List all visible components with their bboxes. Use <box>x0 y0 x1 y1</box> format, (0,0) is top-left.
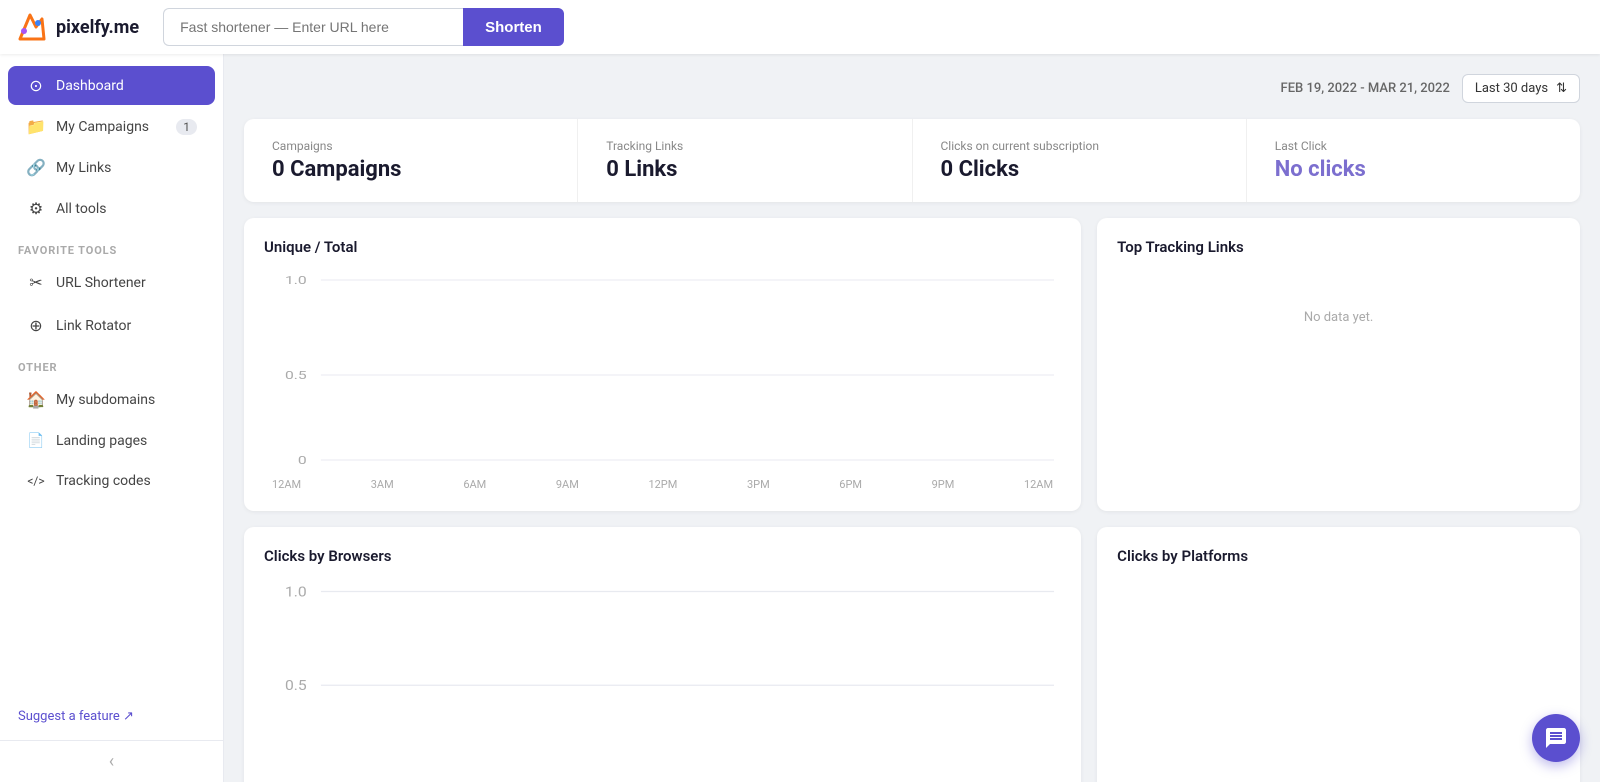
sidebar-item-label: Tracking codes <box>56 473 151 489</box>
sidebar-item-url-shortener[interactable]: ✂ URL Shortener <box>8 263 215 302</box>
campaigns-badge: 1 <box>176 119 197 135</box>
chat-bubble-button[interactable] <box>1532 714 1580 762</box>
x-label-12am-end: 12AM <box>1024 478 1053 491</box>
stat-campaigns-value: 0 Campaigns <box>272 157 549 182</box>
date-range-dropdown[interactable]: Last 30 days ⇅ <box>1462 74 1580 103</box>
sidebar-item-dashboard[interactable]: ⊙ Dashboard <box>8 66 215 105</box>
sidebar-item-label: My subdomains <box>56 392 155 408</box>
chevron-left-icon: ‹ <box>109 751 114 772</box>
date-range-label: FEB 19, 2022 - MAR 21, 2022 <box>1281 81 1450 96</box>
sidebar-item-my-subdomains[interactable]: 🏠 My subdomains <box>8 380 215 419</box>
url-input-wrap: Shorten <box>163 8 564 46</box>
clicks-by-platforms-title: Clicks by Platforms <box>1117 547 1560 565</box>
clicks-by-browsers-chart-area: 1.0 0.5 <box>264 579 1061 782</box>
x-label-3am: 3AM <box>371 478 394 491</box>
y-label-1: 1.0 <box>285 274 307 287</box>
clicks-by-browsers-panel: Clicks by Browsers 1.0 0.5 <box>244 527 1081 782</box>
sidebar-item-my-links[interactable]: 🔗 My Links <box>8 148 215 187</box>
x-label-9am: 9AM <box>556 478 579 491</box>
x-label-12am: 12AM <box>272 478 301 491</box>
clicks-by-platforms-panel: Clicks by Platforms <box>1097 527 1580 782</box>
y-label-1-b: 1.0 <box>285 583 307 600</box>
chevron-up-down-icon: ⇅ <box>1556 81 1567 96</box>
stat-clicks-value: 0 Clicks <box>941 157 1218 182</box>
unique-total-chart-area: 1.0 0.5 0 12AM 3AM 6AM 9AM 12PM 3PM 6PM … <box>264 270 1061 491</box>
url-shortener-icon: ✂ <box>26 273 46 292</box>
date-dropdown-value: Last 30 days <box>1475 81 1548 96</box>
url-input[interactable] <box>163 8 463 46</box>
charts-bottom-row: Clicks by Browsers 1.0 0.5 Clicks by Pla… <box>244 527 1580 782</box>
sidebar-item-my-campaigns[interactable]: 📁 My Campaigns 1 <box>8 107 215 146</box>
chat-icon <box>1544 726 1568 750</box>
all-tools-icon: ⚙ <box>26 199 46 218</box>
subdomains-icon: 🏠 <box>26 390 46 409</box>
x-axis-labels: 12AM 3AM 6AM 9AM 12PM 3PM 6PM 9PM 12AM <box>264 478 1061 491</box>
stat-tracking-links: Tracking Links 0 Links <box>578 119 912 202</box>
campaigns-icon: 📁 <box>26 117 46 136</box>
sidebar-item-label: My Links <box>56 160 111 176</box>
y-label-05: 0.5 <box>285 369 307 382</box>
unique-total-chart-panel: Unique / Total 1.0 0.5 0 12AM 3AM <box>244 218 1081 511</box>
logo: pixelfy.me <box>16 11 139 43</box>
x-label-6pm: 6PM <box>839 478 862 491</box>
suggest-feature-link[interactable]: Suggest a feature ↗ <box>0 693 223 740</box>
sidebar-item-label: Dashboard <box>56 78 124 94</box>
top-tracking-links-title: Top Tracking Links <box>1117 238 1560 256</box>
stat-last-click-label: Last Click <box>1275 139 1552 153</box>
x-label-9pm: 9PM <box>932 478 955 491</box>
sidebar-item-all-tools[interactable]: ⚙ All tools <box>8 189 215 228</box>
landing-pages-icon: 📄 <box>26 433 46 449</box>
unique-total-chart-title: Unique / Total <box>264 238 1061 256</box>
sidebar-item-link-rotator[interactable]: ⊕ Link Rotator <box>8 306 215 345</box>
sidebar-item-label: My Campaigns <box>56 119 149 135</box>
sidebar-item-label: Link Rotator <box>56 318 131 334</box>
tracking-codes-icon: </> <box>26 474 46 488</box>
y-label-05-b: 0.5 <box>285 677 307 694</box>
logo-icon <box>16 11 48 43</box>
dashboard-icon: ⊙ <box>26 76 46 95</box>
stats-row: Campaigns 0 Campaigns Tracking Links 0 L… <box>244 119 1580 202</box>
top-tracking-links-no-data: No data yet. <box>1117 270 1560 365</box>
y-label-0: 0 <box>298 454 307 467</box>
sidebar-item-label: URL Shortener <box>56 275 146 291</box>
stat-clicks: Clicks on current subscription 0 Clicks <box>913 119 1247 202</box>
sidebar-item-label: Landing pages <box>56 433 147 449</box>
x-label-12pm: 12PM <box>648 478 677 491</box>
stat-campaigns: Campaigns 0 Campaigns <box>244 119 578 202</box>
links-icon: 🔗 <box>26 158 46 177</box>
sidebar-item-landing-pages[interactable]: 📄 Landing pages <box>8 423 215 459</box>
stat-clicks-label: Clicks on current subscription <box>941 139 1218 153</box>
stat-links-value: 0 Links <box>606 157 883 182</box>
content-area: FEB 19, 2022 - MAR 21, 2022 Last 30 days… <box>224 54 1600 782</box>
logo-text: pixelfy.me <box>56 17 139 38</box>
stat-last-click-value: No clicks <box>1275 157 1552 182</box>
top-tracking-links-panel: Top Tracking Links No data yet. <box>1097 218 1580 511</box>
main-layout: ⊙ Dashboard 📁 My Campaigns 1 🔗 My Links … <box>0 54 1600 782</box>
shorten-button[interactable]: Shorten <box>463 8 564 46</box>
favorite-tools-label: FAVORITE TOOLS <box>0 230 223 261</box>
clicks-by-browsers-title: Clicks by Browsers <box>264 547 1061 565</box>
charts-top-row: Unique / Total 1.0 0.5 0 12AM 3AM <box>244 218 1580 511</box>
stat-campaigns-label: Campaigns <box>272 139 549 153</box>
other-label: OTHER <box>0 347 223 378</box>
date-filter-row: FEB 19, 2022 - MAR 21, 2022 Last 30 days… <box>244 74 1580 103</box>
sidebar-item-label: All tools <box>56 201 106 217</box>
x-label-3pm: 3PM <box>747 478 770 491</box>
x-label-6am: 6AM <box>463 478 486 491</box>
sidebar: ⊙ Dashboard 📁 My Campaigns 1 🔗 My Links … <box>0 54 224 782</box>
stat-last-click: Last Click No clicks <box>1247 119 1580 202</box>
sidebar-item-tracking-codes[interactable]: </> Tracking codes <box>8 463 215 499</box>
clicks-by-browsers-svg: 1.0 0.5 <box>264 579 1061 779</box>
unique-total-chart-svg: 1.0 0.5 0 <box>264 270 1061 470</box>
link-rotator-icon: ⊕ <box>26 316 46 335</box>
sidebar-collapse-button[interactable]: ‹ <box>0 740 223 782</box>
topbar: pixelfy.me Shorten <box>0 0 1600 54</box>
stat-links-label: Tracking Links <box>606 139 883 153</box>
